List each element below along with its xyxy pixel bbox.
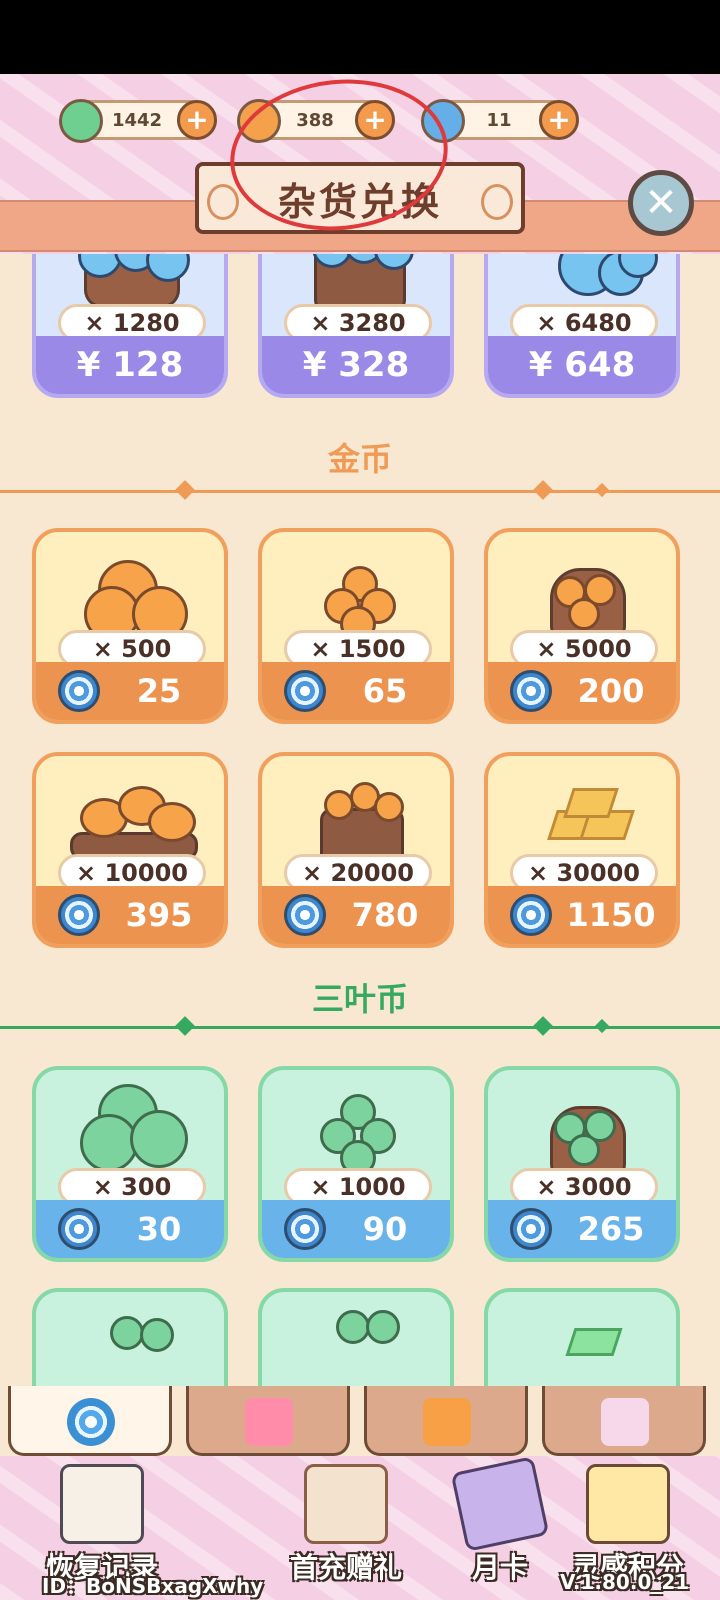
spiral-currency-pill: 11 +: [421, 99, 579, 143]
player-id: ID：BoNSBxagXwhy: [42, 1574, 264, 1598]
blue-spiral-icon: [58, 670, 100, 712]
gold-section-title: 金币: [327, 440, 392, 478]
price-value: 1150: [566, 896, 656, 934]
product-card[interactable]: × 6480 ¥ 648: [484, 254, 680, 398]
product-card[interactable]: × 300 30: [32, 1066, 228, 1262]
clover-coins-icon: [36, 1292, 224, 1386]
product-price: 90: [262, 1200, 450, 1258]
spiral-icon: [67, 1398, 115, 1446]
divider-diamond: [594, 482, 610, 498]
divider-diamond: [533, 480, 553, 500]
clover-section-title: 三叶币: [311, 980, 408, 1018]
product-card[interactable]: [32, 1288, 228, 1386]
lightbulb-icon: [586, 1464, 670, 1544]
status-bar: [0, 0, 720, 74]
blue-spiral-icon: [284, 1208, 326, 1250]
divider-diamond: [175, 480, 195, 500]
product-card[interactable]: × 500 25: [32, 528, 228, 724]
shirt-icon: [245, 1398, 293, 1446]
product-card[interactable]: [484, 1288, 680, 1386]
blue-spiral-icon: [284, 670, 326, 712]
price-value: 90: [362, 1210, 408, 1248]
clipboard-icon: [60, 1464, 144, 1544]
price-value: 200: [577, 672, 645, 710]
clover-coins-icon: [262, 1292, 450, 1386]
product-price: ¥ 328: [262, 336, 450, 394]
gift-tab[interactable]: [364, 1386, 528, 1456]
gift-icon: [423, 1398, 471, 1446]
clothes-tab[interactable]: [186, 1386, 350, 1456]
spiral-tab[interactable]: [8, 1386, 172, 1456]
close-icon: ✕: [644, 180, 678, 226]
first-recharge-gift-button[interactable]: 首充赠礼: [266, 1464, 426, 1594]
scroll-tab[interactable]: [542, 1386, 706, 1456]
price-value: 265: [577, 1210, 645, 1248]
product-card[interactable]: × 30000 1150: [484, 752, 680, 948]
blue-spiral-icon: [58, 1208, 100, 1250]
price-value: 30: [136, 1210, 182, 1248]
clover-currency-pill: 1442 +: [59, 99, 217, 143]
product-price: 1150: [488, 886, 676, 944]
blue-spiral-icon: [58, 894, 100, 936]
product-card[interactable]: × 3280 ¥ 328: [258, 254, 454, 398]
product-price: 25: [36, 662, 224, 720]
nav-label: 首充赠礼: [289, 1551, 402, 1584]
product-price: 395: [36, 886, 224, 944]
product-card[interactable]: [258, 1288, 454, 1386]
blue-spiral-icon: [510, 670, 552, 712]
product-card[interactable]: × 1500 65: [258, 528, 454, 724]
shop-scroll-area[interactable]: × 1280 ¥ 128 × 3280 ¥ 328 × 6480 ¥ 648 金…: [0, 254, 720, 1386]
add-clover-button[interactable]: +: [177, 100, 217, 140]
clover-currency-value: 1442: [111, 109, 163, 131]
product-price: ¥ 128: [36, 336, 224, 394]
product-card[interactable]: × 5000 200: [484, 528, 680, 724]
product-price: 265: [488, 1200, 676, 1258]
divider-diamond: [594, 1018, 610, 1034]
product-card[interactable]: × 10000 395: [32, 752, 228, 948]
gold-divider: [0, 490, 720, 493]
price-value: 395: [125, 896, 193, 934]
product-card[interactable]: × 1000 90: [258, 1066, 454, 1262]
product-price: 780: [262, 886, 450, 944]
product-price: 65: [262, 662, 450, 720]
product-price: ¥ 648: [488, 336, 676, 394]
product-price: 30: [36, 1200, 224, 1258]
price-value: 65: [362, 672, 408, 710]
product-card[interactable]: × 1280 ¥ 128: [32, 254, 228, 398]
scroll-icon: [601, 1398, 649, 1446]
category-tabs: [0, 1386, 720, 1456]
blue-spiral-icon: [510, 894, 552, 936]
green-bars-icon: [488, 1292, 676, 1386]
blue-spiral-icon: [284, 894, 326, 936]
product-price: 200: [488, 662, 676, 720]
card-icon: [450, 1456, 550, 1552]
product-card[interactable]: × 20000 780: [258, 752, 454, 948]
price-value: 25: [136, 672, 182, 710]
blue-spiral-icon: [510, 1208, 552, 1250]
clover-divider: [0, 1026, 720, 1029]
spiral-currency-value: 11: [486, 109, 512, 131]
price-value: 780: [351, 896, 419, 934]
clover-coin-icon: [59, 99, 103, 143]
add-spiral-button[interactable]: +: [539, 100, 579, 140]
envelope-gift-icon: [304, 1464, 388, 1544]
product-card[interactable]: × 3000 265: [484, 1066, 680, 1262]
version-text: V.1.80.0_21: [560, 1570, 690, 1594]
close-button[interactable]: ✕: [628, 170, 694, 236]
